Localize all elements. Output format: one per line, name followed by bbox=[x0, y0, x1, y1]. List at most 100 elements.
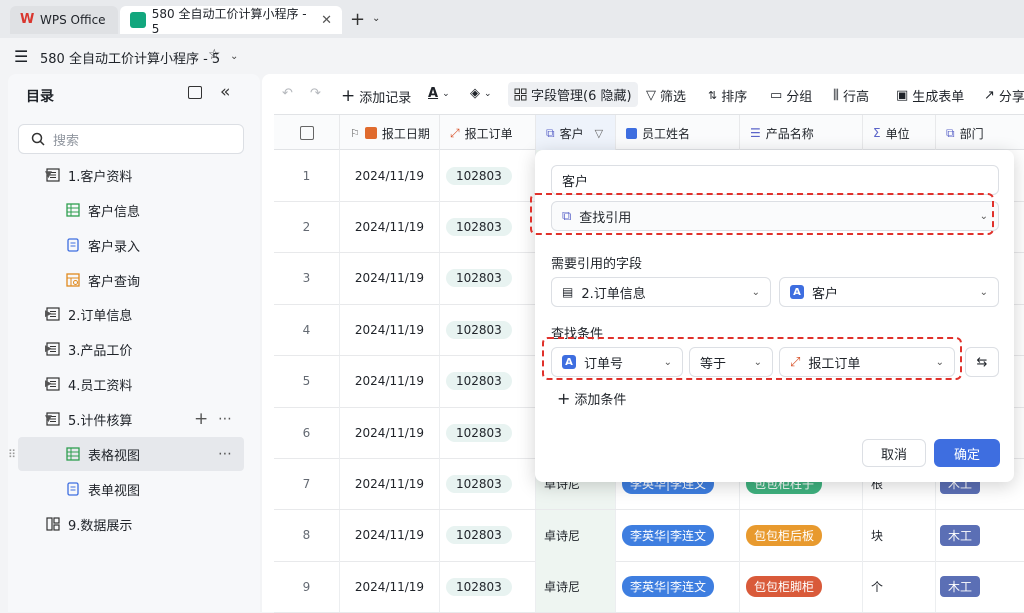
cell-date[interactable]: 2024/11/19 bbox=[340, 509, 440, 561]
row-number[interactable]: 4 bbox=[274, 304, 340, 356]
generate-form-button[interactable]: ▣ 生成表单 bbox=[896, 86, 964, 105]
cell-product[interactable]: 包包柜脚柜 bbox=[740, 561, 863, 613]
row-number[interactable]: 8 bbox=[274, 509, 340, 561]
swap-button[interactable]: ⇆ bbox=[965, 347, 999, 377]
field-name-input[interactable]: 客户 bbox=[551, 165, 999, 195]
cell-order[interactable]: 102803 bbox=[440, 561, 536, 613]
cell-date[interactable]: 2024/11/19 bbox=[340, 407, 440, 458]
column-header-department[interactable]: ⧉ 部门 bbox=[936, 115, 1024, 151]
cell-customer[interactable]: 卓诗尼 bbox=[536, 509, 616, 561]
cell-order[interactable]: 102803 bbox=[440, 509, 536, 561]
row-number[interactable]: 3 bbox=[274, 252, 340, 304]
add-record-button[interactable]: + 添加记录 bbox=[341, 86, 411, 106]
row-number[interactable]: 7 bbox=[274, 458, 340, 510]
cell-date[interactable]: 2024/11/19 bbox=[340, 252, 440, 304]
sidebar-item-customer-info[interactable]: 客户信息 bbox=[18, 193, 244, 227]
cell-department[interactable]: 木工 bbox=[936, 510, 1024, 561]
sidebar-item-form-view[interactable]: 表单视图 bbox=[18, 472, 244, 506]
undo-icon[interactable]: ↶ bbox=[282, 86, 293, 101]
select-all-checkbox[interactable] bbox=[274, 115, 340, 151]
expanded-arrow-icon[interactable]: ▼ bbox=[45, 414, 52, 424]
sidebar-item-label: 客户录入 bbox=[88, 239, 141, 255]
new-tab-icon[interactable]: + bbox=[350, 9, 365, 30]
cell-employee[interactable]: 李英华|李连文 bbox=[616, 509, 740, 561]
row-number[interactable]: 1 bbox=[274, 150, 340, 201]
sidebar-item-employee-data[interactable]: ▶ 4.员工资料 bbox=[18, 367, 244, 401]
cell-department[interactable]: 木工 bbox=[936, 561, 1024, 612]
collapsed-arrow-icon[interactable]: ▶ bbox=[45, 309, 52, 319]
sidebar-item-grid-view[interactable]: ⠿ 表格视图 ⋯ bbox=[8, 437, 244, 471]
row-number[interactable]: 9 bbox=[274, 561, 340, 613]
row-number[interactable]: 6 bbox=[274, 407, 340, 458]
cell-date[interactable]: 2024/11/19 bbox=[340, 561, 440, 613]
chevron-down-icon[interactable]: ⌄ bbox=[372, 13, 380, 24]
add-icon[interactable]: + bbox=[194, 409, 209, 429]
cell-date[interactable]: 2024/11/19 bbox=[340, 355, 440, 407]
ref-table-select[interactable]: ▤ 2.订单信息 ⌄ bbox=[551, 277, 771, 307]
sidebar-item-order-info[interactable]: ▶ 2.订单信息 bbox=[18, 297, 244, 331]
cell-order[interactable]: 102803 bbox=[440, 150, 536, 201]
cell-date[interactable]: 2024/11/19 bbox=[340, 458, 440, 510]
cell-customer[interactable]: 卓诗尼 bbox=[536, 561, 616, 613]
tab-document[interactable]: 580 全自动工价计算小程序 - 5 ✕ bbox=[120, 6, 342, 36]
list-icon: ☰ bbox=[750, 126, 761, 140]
collapsed-arrow-icon[interactable]: ▶ bbox=[45, 344, 52, 354]
row-number[interactable]: 2 bbox=[274, 201, 340, 253]
cell-date[interactable]: 2024/11/19 bbox=[340, 201, 440, 253]
sidebar-item-customer-query[interactable]: 客户查询 bbox=[18, 263, 244, 297]
cell-order[interactable]: 102803 bbox=[440, 458, 536, 510]
group-button[interactable]: ▭ 分组 bbox=[770, 86, 812, 105]
cell-order[interactable]: 102803 bbox=[440, 355, 536, 407]
column-header-product[interactable]: ☰ 产品名称 bbox=[740, 115, 863, 151]
column-header-report-order[interactable]: ⤢ 报工订单 bbox=[440, 115, 536, 151]
sort-button[interactable]: ⇅ 排序 bbox=[708, 86, 747, 105]
column-header-unit[interactable]: Σ 单位 bbox=[863, 115, 936, 151]
expanded-arrow-icon[interactable]: ▼ bbox=[45, 170, 52, 180]
column-header-report-date[interactable]: ⚐ 报工日期 bbox=[340, 115, 440, 151]
sidebar-item-product-price[interactable]: ▶ 3.产品工价 bbox=[18, 332, 244, 366]
sidebar-item-dashboard[interactable]: 9.数据展示 bbox=[18, 507, 244, 541]
filter-button[interactable]: ▽ 筛选 bbox=[646, 86, 686, 105]
cell-unit[interactable]: 个 bbox=[863, 561, 936, 613]
cell-unit[interactable]: 块 bbox=[863, 509, 936, 561]
search-input[interactable]: 搜索 bbox=[18, 124, 244, 154]
cell-employee[interactable]: 李英华|李连文 bbox=[616, 561, 740, 613]
add-condition-button[interactable]: + 添加条件 bbox=[557, 389, 626, 408]
cancel-button[interactable]: 取消 bbox=[862, 439, 926, 467]
redo-icon[interactable]: ↷ bbox=[310, 86, 321, 101]
cell-product[interactable]: 包包柜后板 bbox=[740, 509, 863, 561]
menu-icon[interactable]: ☰ bbox=[14, 47, 28, 66]
cell-order[interactable]: 102803 bbox=[440, 252, 536, 304]
column-header-customer[interactable]: ⧉ 客户 ▽ bbox=[536, 115, 616, 151]
table-row[interactable]: 8 2024/11/19 102803 卓诗尼 李英华|李连文 包包柜后板 块 木工 bbox=[274, 509, 1024, 562]
chevron-down-icon[interactable]: ⌄ bbox=[230, 51, 238, 62]
table-row[interactable]: 9 2024/11/19 102803 卓诗尼 李英华|李连文 包包柜脚柜 个 木工 bbox=[274, 561, 1024, 613]
collapse-panel-icon[interactable] bbox=[188, 86, 202, 99]
cell-order[interactable]: 102803 bbox=[440, 201, 536, 253]
more-icon[interactable]: ⋯ bbox=[218, 446, 233, 462]
cell-date[interactable]: 2024/11/19 bbox=[340, 304, 440, 356]
cell-order[interactable]: 102803 bbox=[440, 407, 536, 458]
text-color-button[interactable]: A ⌄ bbox=[428, 86, 450, 101]
confirm-button[interactable]: 确定 bbox=[934, 439, 1000, 467]
collapsed-arrow-icon[interactable]: ▶ bbox=[45, 379, 52, 389]
ref-field-select[interactable]: A 客户 ⌄ bbox=[779, 277, 999, 307]
sidebar-item-piecework[interactable]: ▼ 5.计件核算 + ⋯ bbox=[18, 402, 244, 436]
double-chevron-left-icon[interactable]: « bbox=[220, 82, 230, 102]
sidebar-item-customer-entry[interactable]: 客户录入 bbox=[18, 228, 244, 262]
field-manage-button[interactable]: 字段管理(6 隐藏) bbox=[508, 82, 638, 107]
fill-color-button[interactable]: ◈ ⌄ bbox=[470, 86, 492, 101]
column-header-employee[interactable]: 员工姓名 bbox=[616, 115, 740, 151]
row-height-button[interactable]: ⫼ 行高 bbox=[833, 86, 869, 105]
star-icon[interactable]: ☆ bbox=[208, 47, 221, 63]
row-number[interactable]: 5 bbox=[274, 355, 340, 407]
share-button[interactable]: ↗ 分享 bbox=[984, 86, 1024, 105]
cell-order[interactable]: 102803 bbox=[440, 304, 536, 356]
tab-wps-office[interactable]: W WPS Office bbox=[10, 6, 118, 34]
sidebar-item-customer-data[interactable]: ▼ 1.客户资料 bbox=[18, 158, 244, 192]
drag-handle-icon[interactable]: ⠿ bbox=[8, 448, 17, 461]
unit-text: 块 bbox=[871, 528, 884, 543]
cell-date[interactable]: 2024/11/19 bbox=[340, 150, 440, 201]
more-icon[interactable]: ⋯ bbox=[218, 411, 233, 427]
close-icon[interactable]: ✕ bbox=[321, 13, 332, 28]
